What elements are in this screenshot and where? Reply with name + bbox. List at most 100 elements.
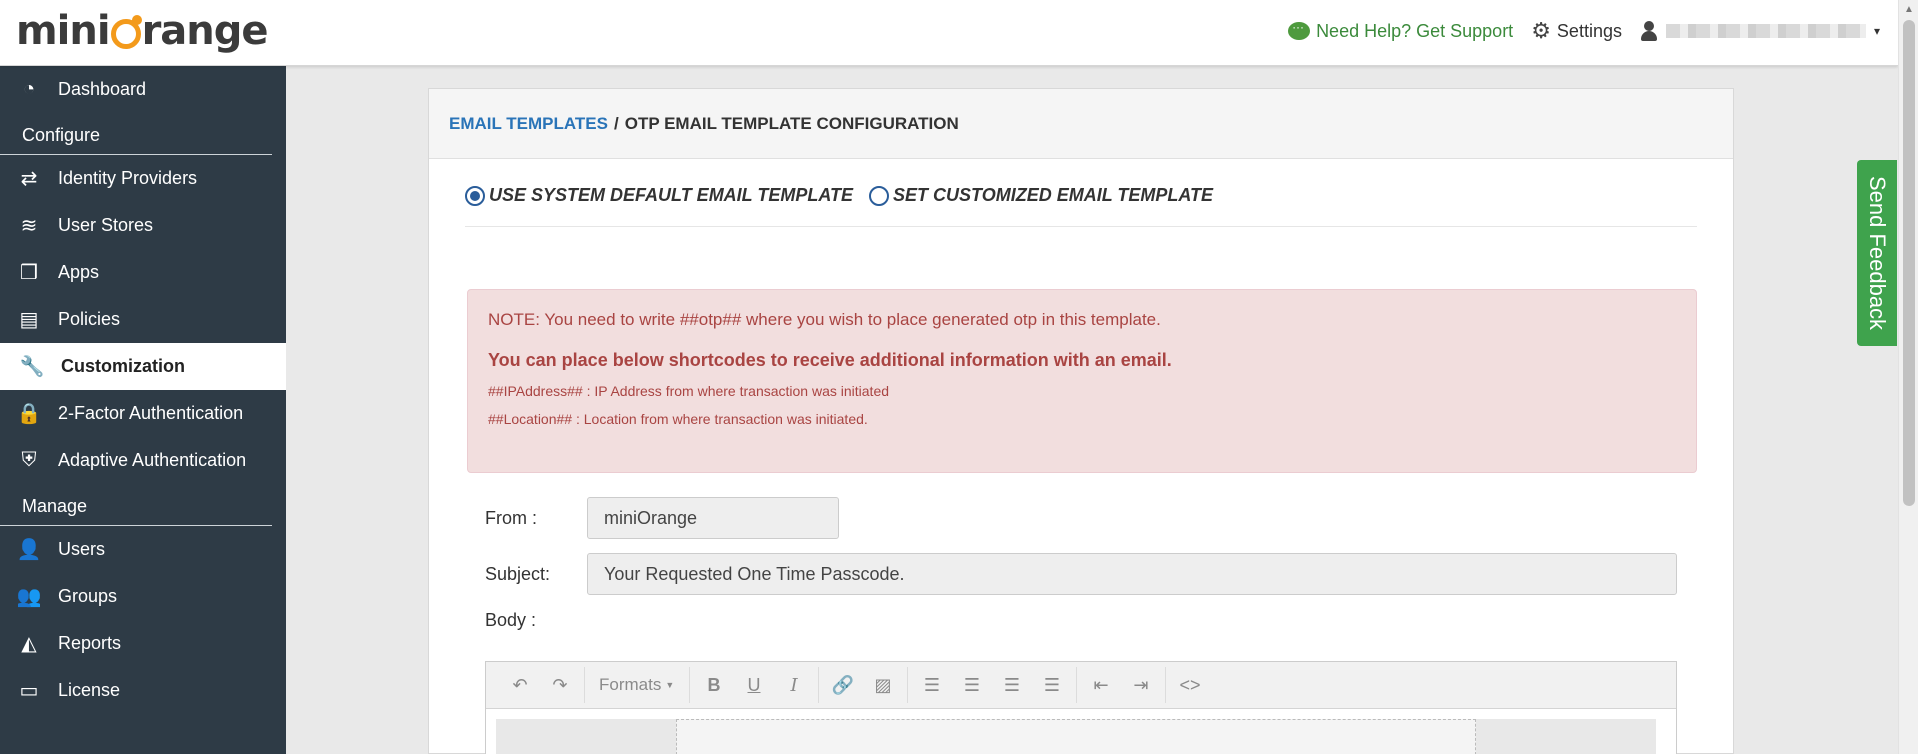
header-actions: Need Help? Get Support ⚙ Settings ▾ bbox=[1288, 0, 1880, 62]
editor-content-area[interactable] bbox=[496, 719, 1656, 754]
sidebar-item-label: User Stores bbox=[58, 215, 154, 235]
align-group: ☰ ☰ ☰ ☰ bbox=[908, 667, 1077, 703]
editor-template-block bbox=[676, 719, 1476, 754]
users-icon: 👥 bbox=[16, 586, 42, 608]
radio-checked-icon[interactable] bbox=[465, 185, 485, 206]
sidebar-item-label: 2-Factor Authentication bbox=[58, 403, 244, 423]
logo-text-left: mini bbox=[16, 8, 111, 54]
note-shortcode-location: ##Location## : Location from where trans… bbox=[488, 411, 868, 427]
radio-customized-label: SET CUSTOMIZED EMAIL TEMPLATE bbox=[893, 185, 1214, 205]
credit-card-icon: ▭ bbox=[19, 680, 39, 702]
radio-system-default[interactable]: USE SYSTEM DEFAULT EMAIL TEMPLATE bbox=[465, 185, 853, 206]
support-link[interactable]: Need Help? Get Support bbox=[1288, 20, 1514, 42]
email-template-panel: EMAIL TEMPLATES / OTP EMAIL TEMPLATE CON… bbox=[428, 88, 1734, 754]
sidebar-item-policies[interactable]: ▤ Policies bbox=[0, 296, 286, 343]
wrench-icon: 🔧 bbox=[19, 356, 45, 378]
insert-group: 🔗 ▨ bbox=[819, 667, 908, 703]
body-label: Body : bbox=[485, 609, 537, 630]
sidebar-item-label: Dashboard bbox=[58, 79, 147, 99]
sidebar-item-identity-providers[interactable]: ⇄ Identity Providers bbox=[0, 155, 286, 202]
gear-icon: ⚙ bbox=[1531, 18, 1551, 43]
from-label: From : bbox=[485, 507, 537, 528]
support-link-label: Need Help? Get Support bbox=[1316, 20, 1514, 41]
outdent-icon[interactable]: ⇤ bbox=[1081, 667, 1121, 703]
sidebar-item-reports[interactable]: ◭ Reports bbox=[0, 620, 286, 667]
from-field[interactable]: miniOrange bbox=[587, 497, 839, 539]
breadcrumb: EMAIL TEMPLATES / OTP EMAIL TEMPLATE CON… bbox=[429, 89, 1733, 159]
sidebar-item-user-stores[interactable]: ≋ User Stores bbox=[0, 202, 286, 249]
link-icon[interactable]: 🔗 bbox=[823, 667, 863, 703]
database-icon: ≋ bbox=[20, 215, 38, 237]
radio-system-default-label: USE SYSTEM DEFAULT EMAIL TEMPLATE bbox=[489, 185, 854, 205]
align-center-icon[interactable]: ☰ bbox=[952, 667, 992, 703]
sidebar-item-dashboard[interactable]: ◔ Dashboard bbox=[0, 66, 286, 113]
cube-icon: ❒ bbox=[20, 262, 38, 284]
image-icon[interactable]: ▨ bbox=[863, 667, 903, 703]
formats-dropdown[interactable]: Formats ▼ bbox=[589, 667, 685, 703]
breadcrumb-separator: / bbox=[614, 113, 619, 133]
sidebar-item-license[interactable]: ▭ License bbox=[0, 667, 286, 714]
area-chart-icon: ◭ bbox=[21, 633, 37, 655]
sidebar-section-manage: Manage bbox=[0, 484, 272, 526]
sidebar-item-label: Customization bbox=[61, 356, 185, 376]
sidebar-item-2fa[interactable]: 🔒 2-Factor Authentication bbox=[0, 390, 286, 437]
from-row: From : miniOrange bbox=[485, 497, 839, 539]
radio-customized[interactable]: SET CUSTOMIZED EMAIL TEMPLATE bbox=[869, 185, 1213, 206]
undo-icon[interactable]: ↶ bbox=[500, 667, 540, 703]
gauge-icon: ◔ bbox=[22, 78, 36, 100]
sidebar-item-label: Groups bbox=[58, 586, 118, 606]
body-rich-text-editor: ↶ ↷ Formats ▼ B U I 🔗 ▨ ☰ ☰ ☰ ☰ ⇤ ⇥ <> bbox=[485, 661, 1677, 754]
sidebar-item-apps[interactable]: ❒ Apps bbox=[0, 249, 286, 296]
indent-icon[interactable]: ⇥ bbox=[1121, 667, 1161, 703]
subject-field[interactable]: Your Requested One Time Passcode. bbox=[587, 553, 1677, 595]
template-choice-group: USE SYSTEM DEFAULT EMAIL TEMPLATE SET CU… bbox=[465, 185, 1697, 227]
note-shortcode-ipaddress: ##IPAddress## : IP Address from where tr… bbox=[488, 383, 890, 399]
history-group: ↶ ↷ bbox=[496, 667, 585, 703]
scrollbar-thumb[interactable] bbox=[1903, 20, 1915, 506]
scroll-up-arrow-icon[interactable]: ▲ bbox=[1904, 4, 1914, 15]
align-right-icon[interactable]: ☰ bbox=[992, 667, 1032, 703]
shield-icon: ⛨ bbox=[21, 449, 37, 471]
align-left-icon[interactable]: ☰ bbox=[912, 667, 952, 703]
settings-label: Settings bbox=[1556, 20, 1622, 41]
miniorange-logo[interactable]: mini range bbox=[16, 8, 269, 54]
sidebar-section-configure: Configure bbox=[0, 113, 272, 155]
logo-text-right: range bbox=[141, 8, 269, 54]
settings-link[interactable]: ⚙ Settings bbox=[1531, 18, 1622, 44]
sidebar-item-label: Identity Providers bbox=[58, 168, 198, 188]
user-name-redacted bbox=[1665, 24, 1866, 38]
radio-unchecked-icon[interactable] bbox=[869, 185, 890, 206]
logo-o-mark-icon bbox=[110, 15, 142, 49]
user-icon bbox=[1640, 21, 1658, 41]
underline-icon[interactable]: U bbox=[734, 667, 774, 703]
user-menu[interactable]: ▾ bbox=[1640, 21, 1880, 41]
sidebar-item-customization[interactable]: 🔧 Customization bbox=[0, 343, 286, 390]
chevron-down-icon: ▼ bbox=[665, 680, 675, 690]
editor-toolbar: ↶ ↷ Formats ▼ B U I 🔗 ▨ ☰ ☰ ☰ ☰ ⇤ ⇥ <> bbox=[486, 662, 1676, 709]
breadcrumb-email-templates-link[interactable]: EMAIL TEMPLATES bbox=[449, 114, 608, 134]
note-shortcodes-heading: You can place below shortcodes to receiv… bbox=[488, 350, 1172, 370]
indent-group: ⇤ ⇥ bbox=[1077, 667, 1166, 703]
send-feedback-tab[interactable]: Send Feedback bbox=[1857, 160, 1897, 346]
bold-icon[interactable]: B bbox=[694, 667, 734, 703]
sidebar-item-users[interactable]: 👤 Users bbox=[0, 526, 286, 573]
align-justify-icon[interactable]: ☰ bbox=[1032, 667, 1072, 703]
sidebar-item-adaptive-auth[interactable]: ⛨ Adaptive Authentication bbox=[0, 437, 286, 484]
redo-icon[interactable]: ↷ bbox=[540, 667, 580, 703]
chat-bubble-icon bbox=[1288, 20, 1311, 40]
page-scrollbar[interactable]: ▲ bbox=[1898, 0, 1918, 754]
sidebar-item-label: Adaptive Authentication bbox=[58, 450, 247, 470]
shortcode-note-alert: NOTE: You need to write ##otp## where yo… bbox=[467, 289, 1697, 473]
sidebar-item-label: Policies bbox=[58, 309, 121, 329]
subject-row: Subject: Your Requested One Time Passcod… bbox=[485, 553, 1677, 595]
formats-group: Formats ▼ bbox=[585, 667, 690, 703]
source-code-icon[interactable]: <> bbox=[1170, 667, 1210, 703]
sidebar-item-label: Users bbox=[58, 539, 106, 559]
subject-label: Subject: bbox=[485, 563, 551, 584]
italic-icon[interactable]: I bbox=[774, 667, 814, 703]
text-style-group: B U I bbox=[690, 667, 819, 703]
sidebar-item-label: Reports bbox=[58, 633, 122, 653]
sidebar-item-label: License bbox=[58, 680, 121, 700]
document-icon: ▤ bbox=[19, 309, 39, 331]
sidebar-item-groups[interactable]: 👥 Groups bbox=[0, 573, 286, 620]
